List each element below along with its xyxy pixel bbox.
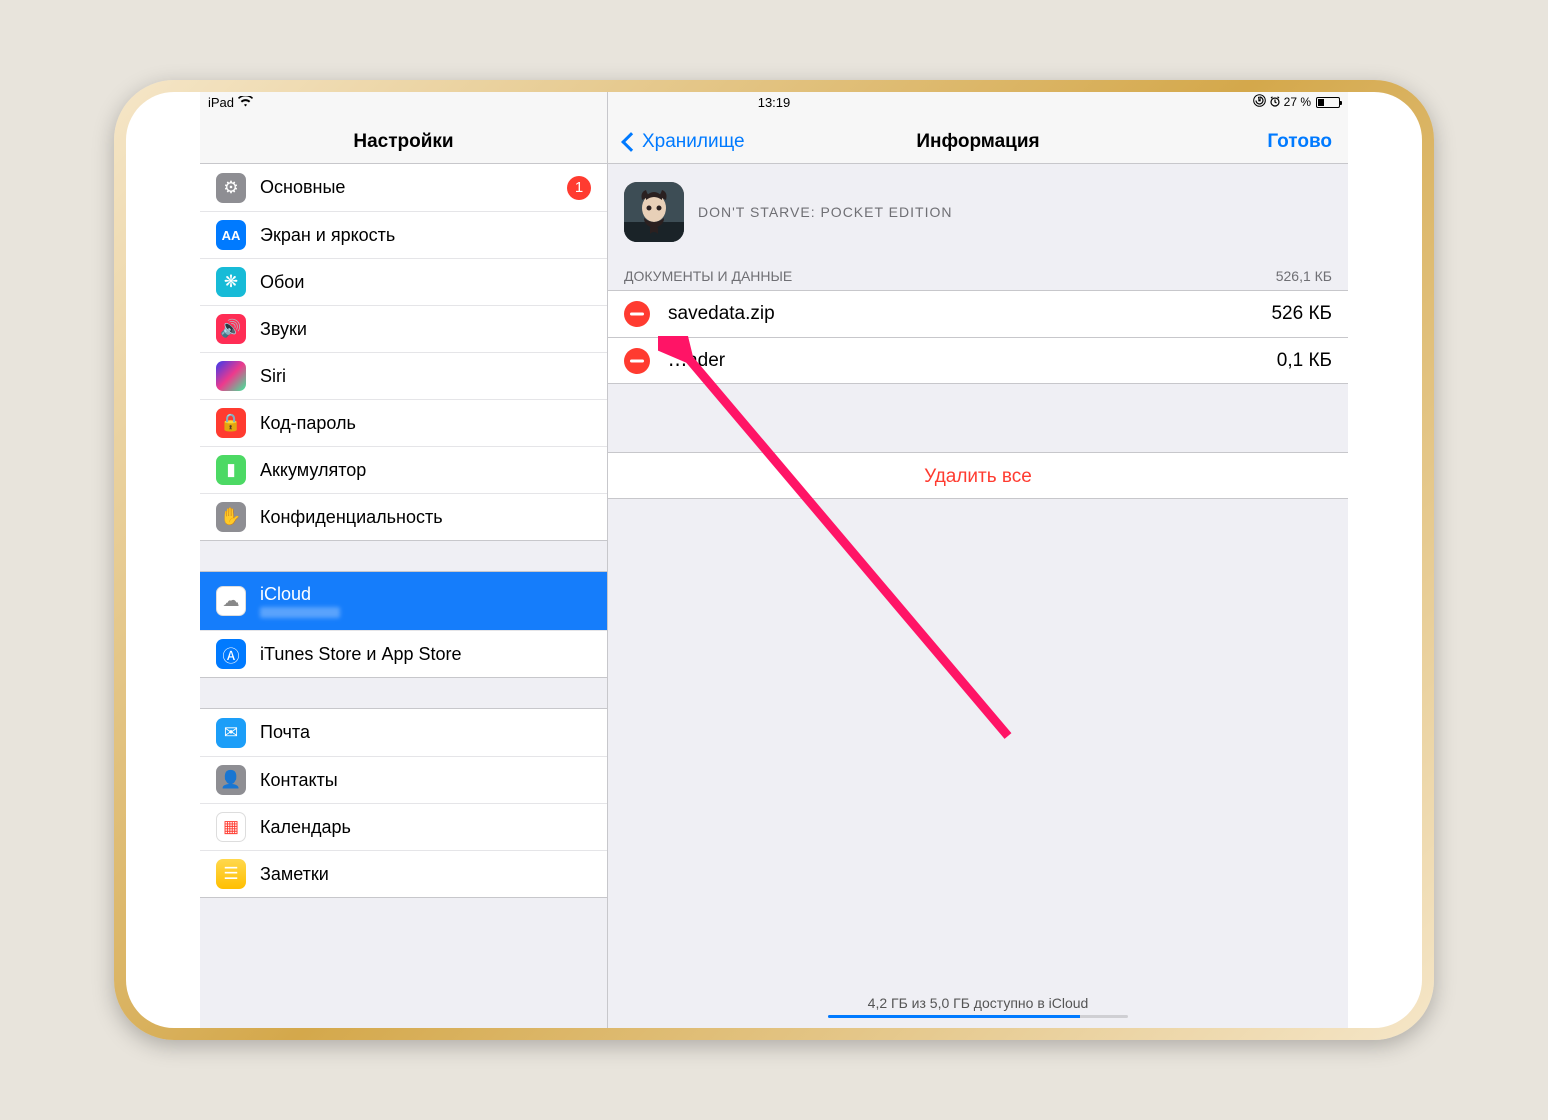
sidebar-item-priv[interactable]: ✋ Конфиденциальность [200, 493, 607, 540]
alarm-icon [1269, 95, 1281, 110]
batt-icon: ▮ [216, 455, 246, 485]
cal-icon: ▦ [216, 812, 246, 842]
annotation-arrow [658, 336, 1028, 756]
sidebar-item-mail[interactable]: ✉︎ Почта [200, 709, 607, 756]
sidebar-item-store[interactable]: ⒶiTunes Store и App Store [200, 630, 607, 677]
cloud-icon: ☁︎ [216, 586, 246, 616]
section-header: ДОКУМЕНТЫ И ДАННЫЕ [624, 268, 792, 284]
sidebar-item-label: Заметки [260, 864, 329, 885]
contacts-icon: 👤 [216, 765, 246, 795]
storage-footer: 4,2 ГБ из 5,0 ГБ доступно в iCloud [608, 995, 1348, 1018]
sidebar-item-label: Экран и яркость [260, 225, 395, 246]
badge: 1 [567, 176, 591, 200]
back-button[interactable]: Хранилище [624, 131, 745, 153]
wall-icon: ❋ [216, 267, 246, 297]
sidebar-item-label: iCloud [260, 584, 340, 605]
delete-all-button[interactable]: Удалить все [608, 452, 1348, 499]
file-name: savedata.zip [668, 303, 775, 325]
done-button[interactable]: Готово [1267, 131, 1332, 153]
sidebar-item-gear[interactable]: ⚙︎ Основные 1 [200, 164, 607, 211]
file-row[interactable]: ․․․ader 0,1 КБ [608, 337, 1348, 384]
sidebar-item-cal[interactable]: ▦ Календарь [200, 803, 607, 850]
clock: 13:19 [758, 95, 791, 110]
siri-icon [216, 361, 246, 391]
sidebar-item-label: Конфиденциальность [260, 507, 443, 528]
rotation-lock-icon [1253, 94, 1266, 110]
app-icon [624, 182, 684, 242]
sidebar-item-label: Почта [260, 722, 310, 743]
file-size: 526 КБ [1271, 303, 1332, 325]
sidebar-item-label: iTunes Store и App Store [260, 644, 462, 665]
sidebar-item-batt[interactable]: ▮ Аккумулятор [200, 446, 607, 493]
gear-icon: ⚙︎ [216, 173, 246, 203]
sidebar-item-label: Siri [260, 366, 286, 387]
settings-sidebar: Настройки ⚙︎Основные1AAЭкран и яркость❋О… [200, 92, 608, 1028]
status-bar: iPad 13:19 27 % [200, 92, 1348, 112]
app-name: DON'T STARVE: POCKET EDITION [698, 204, 952, 220]
file-size: 0,1 КБ [1277, 350, 1332, 372]
lock-icon: 🔒 [216, 408, 246, 438]
sidebar-item-label: Календарь [260, 817, 351, 838]
sidebar-item-label: Контакты [260, 770, 338, 791]
delete-minus-icon[interactable] [624, 301, 650, 327]
sidebar-item-cloud[interactable]: ☁︎ iCloud [200, 572, 607, 630]
sidebar-item-aa[interactable]: AA Экран и яркость [200, 211, 607, 258]
storage-progress [828, 1015, 1128, 1018]
sidebar-item-snd[interactable]: 🔊 Звуки [200, 305, 607, 352]
account-subtext [260, 607, 340, 618]
detail-pane: Хранилище Информация Готово DON'T STARVE… [608, 92, 1348, 1028]
battery-pct: 27 % [1284, 95, 1311, 109]
sidebar-item-lock[interactable]: 🔒 Код-пароль [200, 399, 607, 446]
sidebar-item-wall[interactable]: ❋ Обои [200, 258, 607, 305]
app-header: DON'T STARVE: POCKET EDITION [608, 164, 1348, 260]
device-label: iPad [208, 95, 234, 110]
priv-icon: ✋ [216, 502, 246, 532]
notes-icon: ☰ [216, 859, 246, 889]
mail-icon: ✉︎ [216, 718, 246, 748]
sidebar-item-label: Аккумулятор [260, 460, 366, 481]
aa-icon: AA [216, 220, 246, 250]
battery-icon [1316, 97, 1340, 108]
section-size: 526,1 КБ [1276, 268, 1332, 284]
file-row[interactable]: savedata.zip 526 КБ [608, 290, 1348, 337]
file-name: ․․․ader [668, 349, 725, 372]
snd-icon: 🔊 [216, 314, 246, 344]
store-icon: Ⓐ [216, 639, 246, 669]
sidebar-item-notes[interactable]: ☰ Заметки [200, 850, 607, 897]
sidebar-item-siri[interactable]: Siri [200, 352, 607, 399]
sidebar-item-label: Код-пароль [260, 413, 356, 434]
sidebar-item-label: Обои [260, 272, 304, 293]
sidebar-item-contacts[interactable]: 👤 Контакты [200, 756, 607, 803]
delete-minus-icon[interactable] [624, 348, 650, 374]
sidebar-item-label: Основные [260, 177, 345, 198]
sidebar-item-label: Звуки [260, 319, 307, 340]
wifi-icon [238, 95, 253, 110]
